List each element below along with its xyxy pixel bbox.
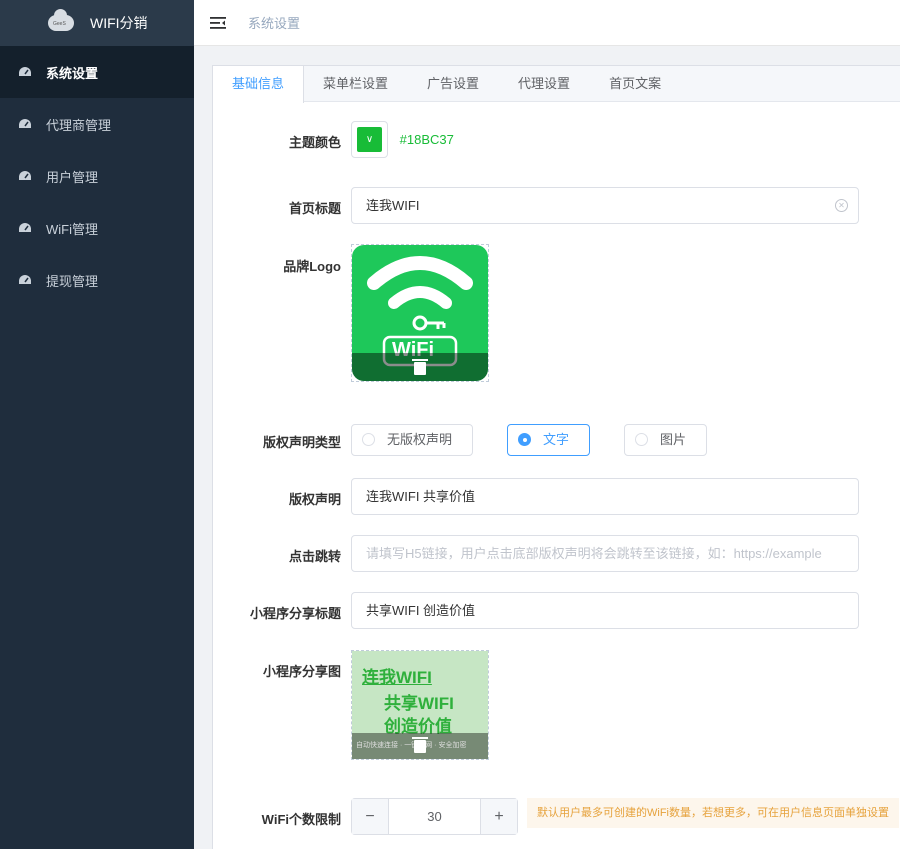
brand-name: WIFI分销 — [90, 15, 148, 31]
settings-panel: 基础信息 菜单栏设置 广告设置 代理设置 首页文案 主题颜色 ∨ #18BC37… — [212, 65, 900, 849]
sidebar-item-system-settings[interactable]: 系统设置 — [0, 46, 194, 98]
tab-menu-settings[interactable]: 菜单栏设置 — [304, 66, 408, 101]
radio-no-copyright[interactable]: 无版权声明 — [351, 424, 474, 456]
share-title-label: 小程序分享标题 — [249, 606, 341, 621]
copyright-type-radio-group: 无版权声明 文字 图片 — [351, 424, 741, 456]
gauge-icon — [19, 171, 31, 180]
share-image-label: 小程序分享图 — [262, 664, 341, 679]
increment-button[interactable]: + — [480, 799, 517, 834]
color-picker[interactable]: ∨ — [351, 121, 388, 158]
sidebar-item-label: 代理商管理 — [46, 117, 112, 133]
sidebar-item-withdraw[interactable]: 提现管理 — [0, 254, 194, 306]
brand-logo-upload[interactable]: WiFi — [351, 244, 489, 382]
clear-icon[interactable]: ✕ — [835, 199, 848, 212]
radio-dot — [635, 433, 649, 447]
click-jump-row: 点击跳转 请填写H5链接，用户点击底部版权声明将会跳转至该链接，如：https:… — [213, 535, 900, 573]
brand-logo-row: 品牌Logo WiFi — [213, 244, 900, 384]
decrement-button[interactable]: − — [352, 799, 389, 834]
home-title-label: 首页标题 — [288, 201, 341, 216]
home-title-row: 首页标题 连我WIFI ✕ — [213, 187, 900, 225]
home-title-input[interactable]: 连我WIFI ✕ — [351, 187, 859, 224]
share-image: 连我WIFI 共享WIFI 创造价值 自动快速连接 · 一键上网 · 安全加密 — [352, 651, 488, 759]
copyright-label: 版权声明 — [288, 492, 341, 507]
gauge-icon — [19, 275, 31, 284]
sidebar-item-agents[interactable]: 代理商管理 — [0, 98, 194, 150]
tab-bar: 基础信息 菜单栏设置 广告设置 代理设置 首页文案 — [213, 66, 900, 103]
breadcrumb[interactable]: 系统设置 — [248, 13, 300, 32]
theme-color-label: 主题颜色 — [288, 135, 341, 150]
sidebar: GeeS WIFI分销 系统设置 代理商管理 用户管理 WiFi管理 提现管理 — [0, 0, 194, 849]
sidebar-item-label: 用户管理 — [46, 169, 99, 185]
cloud-logo-icon: GeeS — [48, 9, 74, 31]
share-title-input[interactable]: 共享WIFI 创造价值 — [351, 592, 859, 629]
wifi-limit-row: WiFi个数限制 − 30 + 默认用户最多可创建的WiFi数量，若想更多，可在… — [213, 798, 900, 836]
sidebar-item-label: 提现管理 — [46, 273, 99, 289]
wifi-limit-label: WiFi个数限制 — [261, 812, 341, 827]
sidebar-item-wifi[interactable]: WiFi管理 — [0, 202, 194, 254]
top-bar: 系统设置 — [194, 0, 900, 46]
wifi-limit-stepper: − 30 + — [351, 798, 518, 835]
tab-basic-info[interactable]: 基础信息 — [213, 66, 305, 103]
brand: GeeS WIFI分销 — [0, 0, 194, 46]
tab-agent-settings[interactable]: 代理设置 — [499, 66, 590, 101]
share-title-row: 小程序分享标题 共享WIFI 创造价值 — [213, 592, 900, 630]
wifi-limit-value[interactable]: 30 — [389, 799, 480, 834]
share-image-line1: 连我WIFI — [362, 668, 432, 687]
color-value: #18BC37 — [399, 132, 454, 147]
gauge-icon — [19, 119, 31, 128]
share-image-row: 小程序分享图 连我WIFI 共享WIFI 创造价值 自动快速连接 · 一键上网 … — [213, 650, 900, 762]
sidebar-item-label: WiFi管理 — [46, 221, 98, 237]
radio-dot — [518, 433, 532, 447]
click-jump-input[interactable]: 请填写H5链接，用户点击底部版权声明将会跳转至该链接，如：https://exa… — [351, 535, 859, 572]
click-jump-label: 点击跳转 — [288, 549, 341, 564]
radio-image[interactable]: 图片 — [624, 424, 708, 456]
copyright-type-label: 版权声明类型 — [262, 435, 341, 450]
trash-icon[interactable] — [412, 359, 428, 375]
chevron-down-icon: ∨ — [357, 127, 382, 152]
theme-color-row: 主题颜色 ∨ #18BC37 — [213, 121, 900, 161]
radio-text[interactable]: 文字 — [507, 424, 591, 456]
copyright-row: 版权声明 连我WIFI 共享价值 — [213, 478, 900, 516]
share-image-upload[interactable]: 连我WIFI 共享WIFI 创造价值 自动快速连接 · 一键上网 · 安全加密 — [351, 650, 489, 760]
share-image-line2: 共享WIFI — [384, 694, 454, 713]
share-image-footer: 自动快速连接 · 一键上网 · 安全加密 — [356, 742, 467, 749]
sidebar-item-label: 系统设置 — [46, 65, 99, 81]
gauge-icon — [19, 67, 31, 76]
copyright-type-row: 版权声明类型 无版权声明 文字 图片 — [213, 424, 900, 458]
trash-icon[interactable] — [412, 737, 428, 753]
copyright-input[interactable]: 连我WIFI 共享价值 — [351, 478, 859, 515]
tab-home-copy[interactable]: 首页文案 — [590, 66, 681, 101]
wifi-logo-image: WiFi — [352, 245, 488, 381]
upload-overlay: 自动快速连接 · 一键上网 · 安全加密 — [352, 733, 488, 759]
brand-logo-label: 品牌Logo — [283, 259, 341, 274]
tab-ad-settings[interactable]: 广告设置 — [408, 66, 499, 101]
menu-fold-icon[interactable] — [210, 16, 226, 30]
sidebar-item-users[interactable]: 用户管理 — [0, 150, 194, 202]
radio-dot — [362, 433, 375, 447]
wifi-limit-tip: 默认用户最多可创建的WiFi数量，若想更多，可在用户信息页面单独设置 — [527, 798, 899, 828]
gauge-icon — [19, 223, 31, 232]
upload-overlay — [352, 353, 488, 381]
